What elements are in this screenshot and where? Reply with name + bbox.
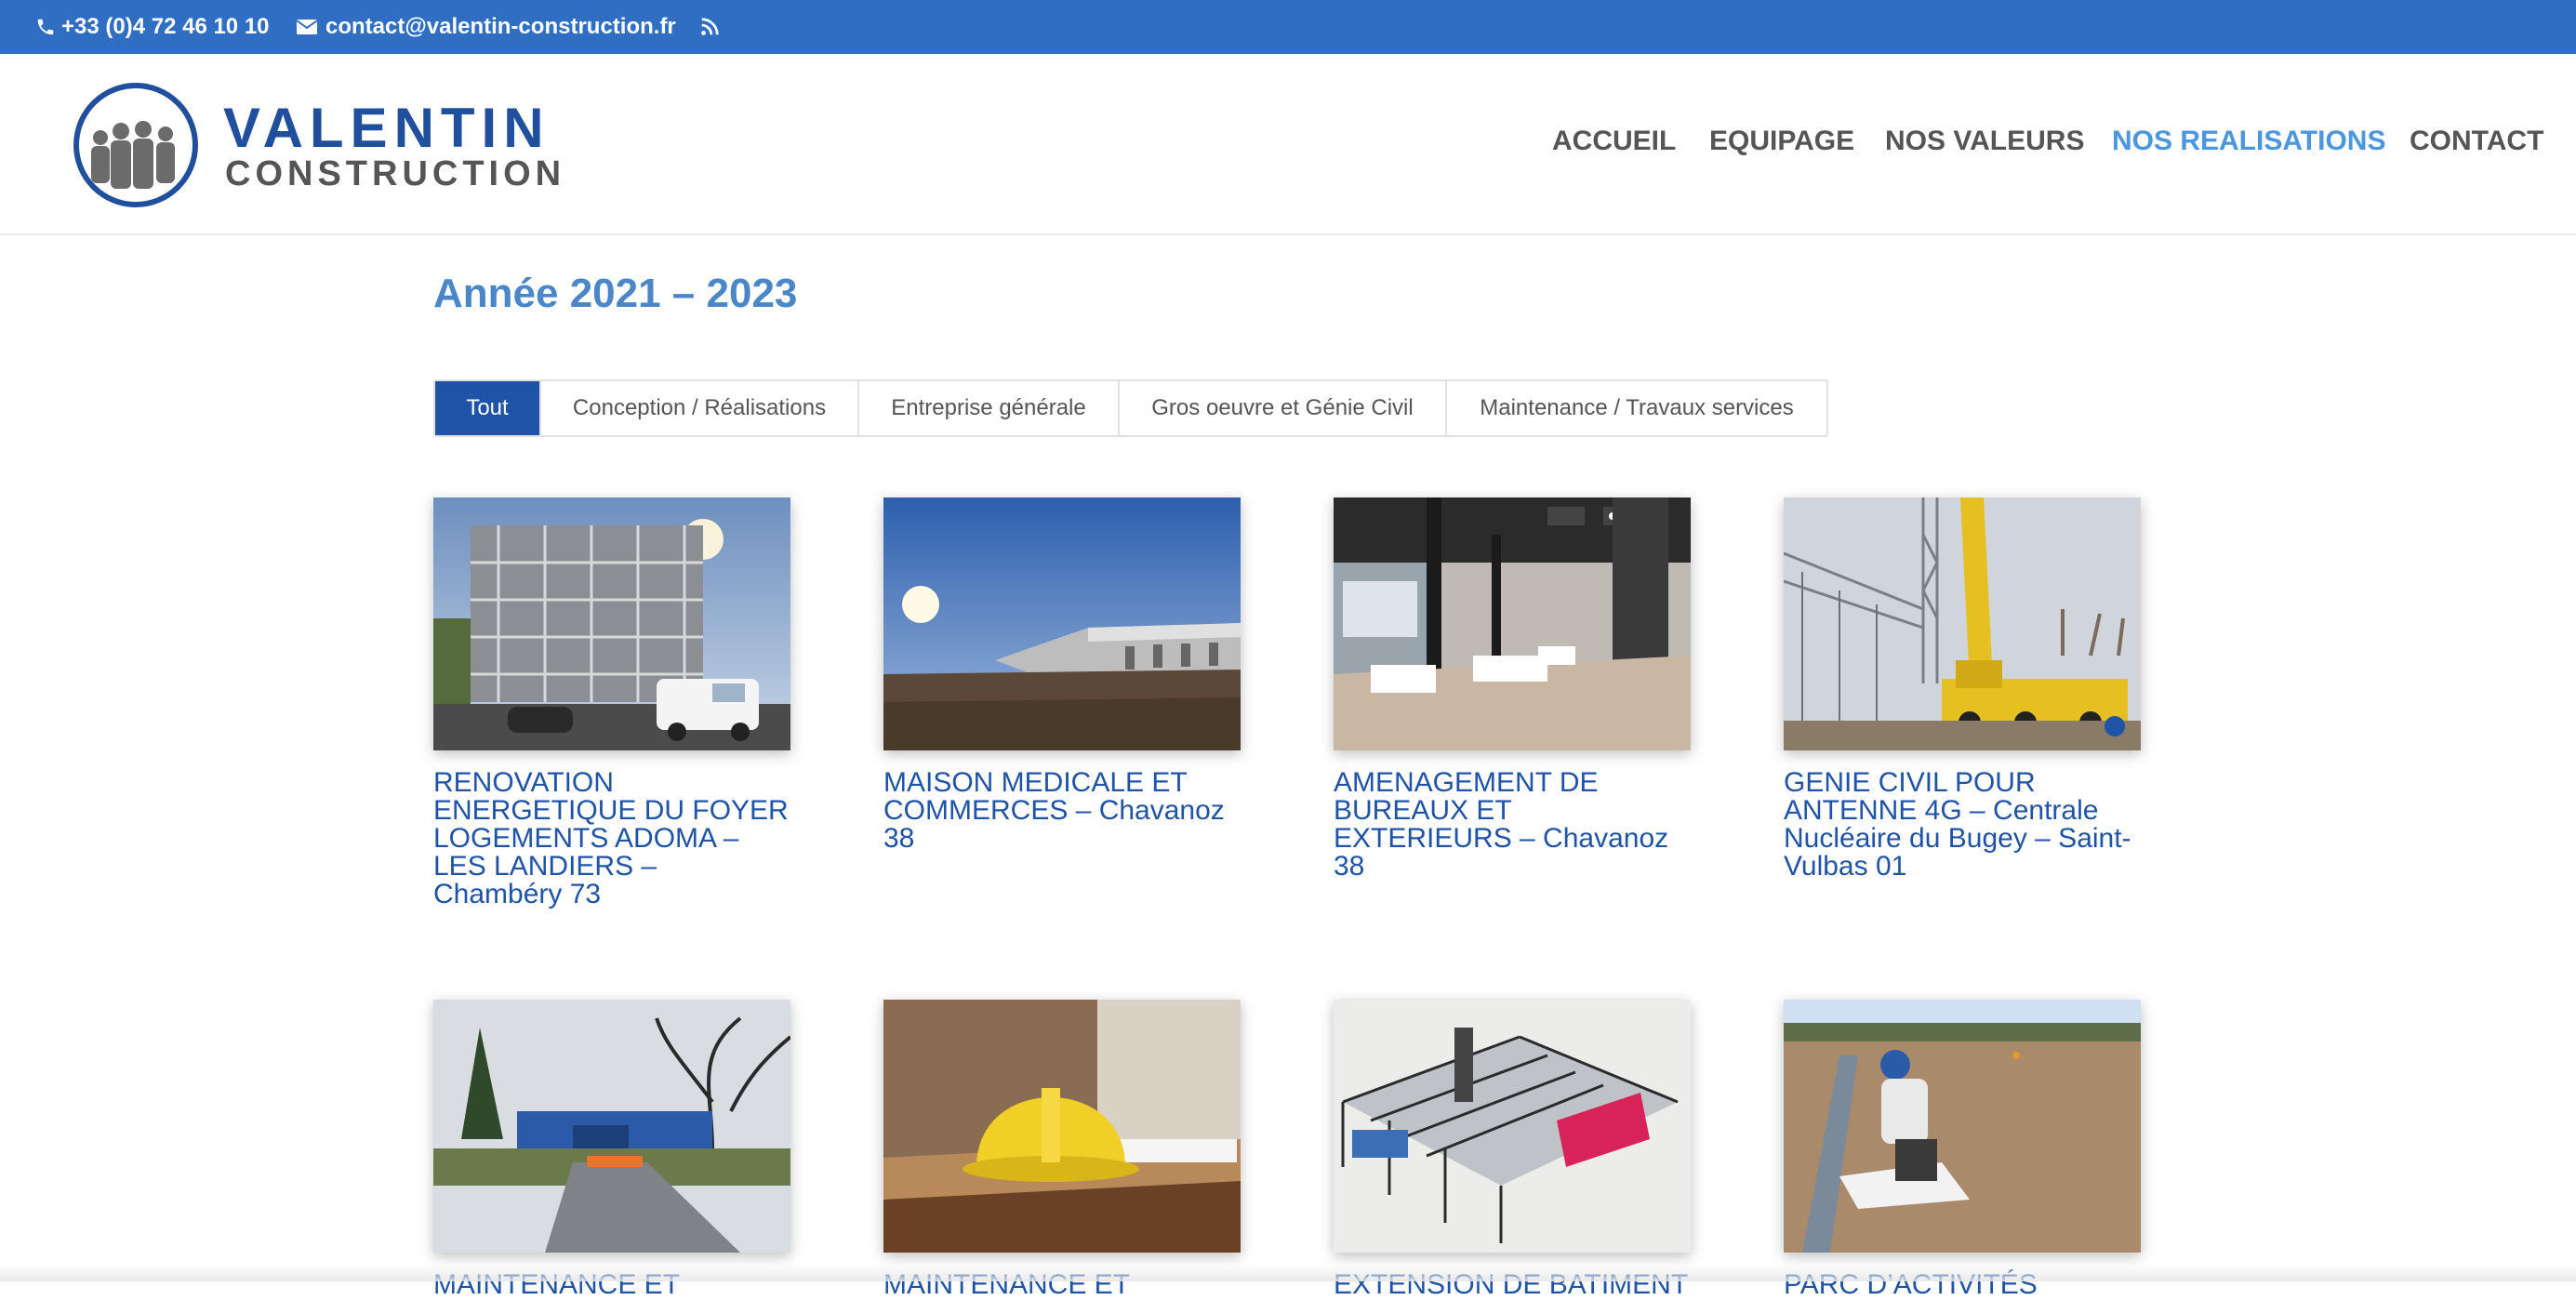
nav-accueil[interactable]: ACCUEIL bbox=[1552, 125, 1676, 158]
project-thumbnail-hard-hat[interactable] bbox=[883, 1000, 1241, 1253]
project-thumbnail-industrial-building[interactable] bbox=[433, 1000, 790, 1253]
project-thumbnail-crane-antenna[interactable] bbox=[1784, 497, 2141, 750]
logo-text-primary: VALENTIN bbox=[223, 97, 551, 159]
project-thumbnail-scaffolded-building[interactable] bbox=[433, 497, 790, 750]
filter-maintenance[interactable]: Maintenance / Travaux services bbox=[1447, 381, 1826, 435]
phone-icon bbox=[35, 17, 56, 37]
logo-text-secondary: CONSTRUCTION bbox=[225, 154, 566, 193]
logo-emblem-icon bbox=[73, 83, 198, 207]
project-card[interactable]: RENOVATION ENERGETIQUE DU FOYER LOGEMENT… bbox=[433, 497, 790, 909]
nav-nos-valeurs[interactable]: NOS VALEURS bbox=[1885, 125, 2084, 158]
project-thumbnail-worker-on-site[interactable] bbox=[1784, 1000, 2141, 1253]
filter-conception-realisations[interactable]: Conception / Réalisations bbox=[541, 381, 859, 435]
logo[interactable]: VALENTIN CONSTRUCTION bbox=[73, 80, 561, 210]
project-thumbnail-medical-building[interactable] bbox=[883, 497, 1241, 750]
rss-icon[interactable] bbox=[699, 0, 720, 54]
email-link[interactable]: contact@valentin-construction.fr bbox=[296, 0, 676, 54]
project-thumbnail-3d-building-model[interactable] bbox=[1334, 1000, 1691, 1253]
project-title[interactable]: AMENAGEMENT DE BUREAUX ET EXTERIEURS – C… bbox=[1334, 769, 1691, 881]
project-card[interactable]: MAINTENANCE ET bbox=[883, 1000, 1241, 1299]
project-card[interactable]: MAINTENANCE ET bbox=[433, 1000, 790, 1299]
project-card[interactable]: MAISON MEDICALE ET COMMERCES – Chavanoz … bbox=[883, 497, 1241, 853]
project-title[interactable]: RENOVATION ENERGETIQUE DU FOYER LOGEMENT… bbox=[433, 769, 790, 909]
phone-link[interactable]: +33 (0)4 72 46 10 10 bbox=[35, 0, 270, 54]
nav-contact[interactable]: CONTACT bbox=[2410, 125, 2543, 158]
top-bar: +33 (0)4 72 46 10 10 contact@valentin-co… bbox=[0, 0, 2576, 54]
project-card[interactable]: PARC D’ACTIVITÉS bbox=[1784, 1000, 2141, 1299]
project-title[interactable]: MAISON MEDICALE ET COMMERCES – Chavanoz … bbox=[883, 769, 1241, 853]
project-card[interactable]: EXTENSION DE BATIMENT bbox=[1334, 1000, 1691, 1299]
envelope-icon bbox=[296, 18, 318, 36]
nav-nos-realisations[interactable]: NOS REALISATIONS bbox=[2112, 125, 2385, 158]
email-text: contact@valentin-construction.fr bbox=[325, 14, 676, 39]
filter-tout[interactable]: Tout bbox=[435, 381, 541, 435]
portfolio-filter-bar: Tout Conception / Réalisations Entrepris… bbox=[433, 379, 1828, 437]
bottom-edge-shadow bbox=[0, 1265, 2576, 1281]
page-title: Année 2021 – 2023 bbox=[433, 271, 798, 316]
project-card[interactable]: GENIE CIVIL POUR ANTENNE 4G – Centrale N… bbox=[1784, 497, 2141, 881]
project-thumbnail-office-interior[interactable] bbox=[1334, 497, 1691, 750]
nav-equipage[interactable]: EQUIPAGE bbox=[1709, 125, 1854, 158]
filter-gros-oeuvre[interactable]: Gros oeuvre et Génie Civil bbox=[1120, 381, 1447, 435]
filter-entreprise-generale[interactable]: Entreprise générale bbox=[859, 381, 1120, 435]
project-title[interactable]: GENIE CIVIL POUR ANTENNE 4G – Centrale N… bbox=[1784, 769, 2141, 881]
phone-text: +33 (0)4 72 46 10 10 bbox=[61, 14, 270, 39]
project-card[interactable]: AMENAGEMENT DE BUREAUX ET EXTERIEURS – C… bbox=[1334, 497, 1691, 881]
